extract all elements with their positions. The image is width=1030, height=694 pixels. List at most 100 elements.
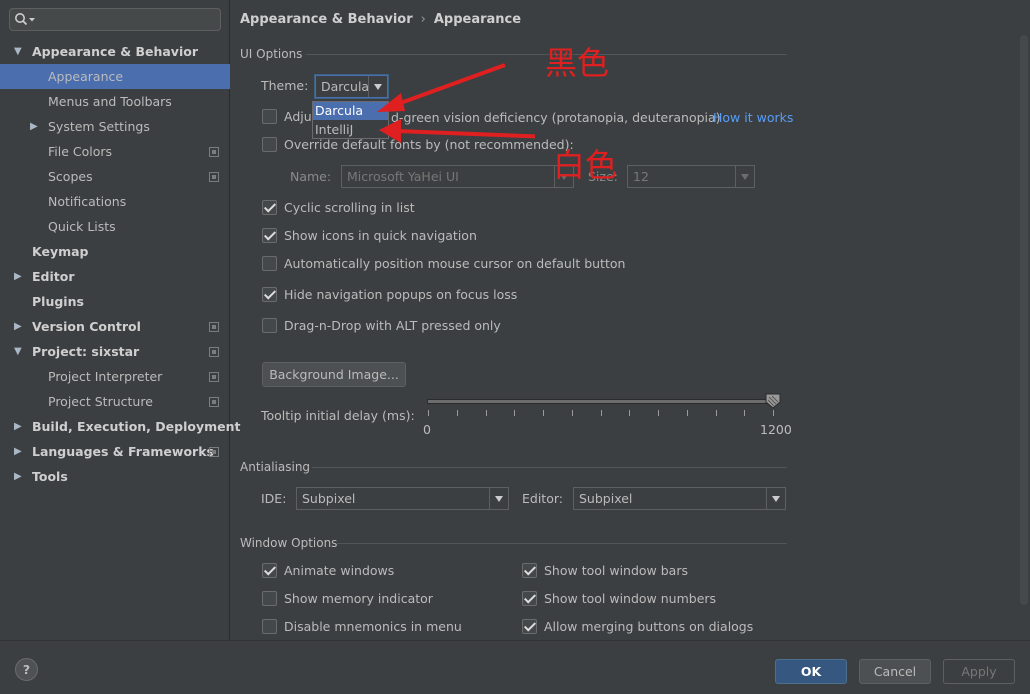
expanded-arrow-icon[interactable]: ▼	[14, 339, 26, 364]
hide-popups-row[interactable]: Hide navigation popups on focus loss	[262, 285, 562, 305]
slider-tick	[457, 410, 458, 416]
animate-windows-checkbox[interactable]	[262, 563, 277, 578]
sidebar-item-version-control[interactable]: ▶ Version Control	[0, 314, 230, 339]
project-level-icon	[209, 397, 219, 407]
sidebar-item-label: Notifications	[48, 194, 127, 209]
expanded-arrow-icon[interactable]: ▼	[14, 39, 26, 64]
help-icon[interactable]: ?	[15, 658, 38, 681]
show-tool-window-bars-row[interactable]: Show tool window bars	[522, 561, 782, 581]
editor-aa-combo[interactable]: Subpixel	[573, 487, 786, 510]
slider-tick	[514, 410, 515, 416]
sidebar-item-project-sixstar[interactable]: ▼ Project: sixstar	[0, 339, 230, 364]
allow-merging-row[interactable]: Allow merging buttons on dialogs	[522, 617, 782, 637]
show-tool-window-numbers-label: Show tool window numbers	[544, 591, 717, 606]
font-size-combo[interactable]: 12	[627, 165, 755, 188]
how-it-works-link[interactable]: How it works	[713, 110, 793, 125]
font-name-value: Microsoft YaHei UI	[347, 169, 459, 184]
ok-button[interactable]: OK	[775, 659, 847, 684]
sidebar-item-project-structure[interactable]: Project Structure	[0, 389, 230, 414]
sidebar-item-appearance[interactable]: Appearance	[0, 64, 230, 89]
sidebar-item-quick-lists[interactable]: Quick Lists	[0, 214, 230, 239]
show-icons-row[interactable]: Show icons in quick navigation	[262, 226, 562, 246]
auto-position-row[interactable]: Automatically position mouse cursor on d…	[262, 254, 662, 274]
collapsed-arrow-icon[interactable]: ▶	[14, 264, 26, 289]
sidebar-item-label: Menus and Toolbars	[48, 94, 172, 109]
show-tool-window-numbers-checkbox[interactable]	[522, 591, 537, 606]
animate-windows-label: Animate windows	[284, 563, 395, 578]
window-options-divider	[337, 543, 787, 544]
font-size-value: 12	[633, 169, 649, 184]
disable-mnemonics-checkbox[interactable]	[262, 619, 277, 634]
sidebar-item-label: System Settings	[48, 119, 150, 134]
slider-tick	[572, 410, 573, 416]
slider-max-label: 1200	[760, 422, 792, 437]
animate-windows-row[interactable]: Animate windows	[262, 561, 502, 581]
project-level-icon	[209, 372, 219, 382]
chevron-down-icon	[489, 488, 508, 509]
slider-tick	[629, 410, 630, 416]
font-name-label: Name:	[290, 169, 332, 184]
show-tool-window-bars-checkbox[interactable]	[522, 563, 537, 578]
show-tool-window-numbers-row[interactable]: Show tool window numbers	[522, 589, 782, 609]
sidebar-item-languages-frameworks[interactable]: ▶ Languages & Frameworks	[0, 439, 230, 464]
override-fonts-checkbox[interactable]	[262, 137, 277, 152]
breadcrumb-parent[interactable]: Appearance & Behavior	[240, 12, 413, 27]
sidebar-item-appearance-behavior[interactable]: ▼ Appearance & Behavior	[0, 39, 230, 64]
vertical-scrollbar[interactable]	[1020, 35, 1028, 605]
sidebar-item-label: Quick Lists	[48, 219, 116, 234]
sidebar-item-label: Tools	[32, 469, 68, 484]
allow-merging-label: Allow merging buttons on dialogs	[544, 619, 754, 634]
breadcrumb-current: Appearance	[433, 12, 522, 27]
collapsed-arrow-icon[interactable]: ▶	[14, 414, 26, 439]
sidebar-item-label: Plugins	[32, 294, 84, 309]
show-memory-checkbox[interactable]	[262, 591, 277, 606]
sidebar-item-plugins[interactable]: Plugins	[0, 289, 230, 314]
ide-aa-combo[interactable]: Subpixel	[296, 487, 509, 510]
sidebar-item-scopes[interactable]: Scopes	[0, 164, 230, 189]
cyclic-scrolling-checkbox[interactable]	[262, 200, 277, 215]
collapsed-arrow-icon[interactable]: ▶	[30, 114, 42, 139]
search-icon	[15, 13, 35, 26]
slider-tick	[658, 410, 659, 416]
sidebar-item-file-colors[interactable]: File Colors	[0, 139, 230, 164]
sidebar-item-system-settings[interactable]: ▶ System Settings	[0, 114, 230, 139]
show-memory-row[interactable]: Show memory indicator	[262, 589, 502, 609]
disable-mnemonics-row[interactable]: Disable mnemonics in menu	[262, 617, 502, 637]
sidebar-item-build-execution-deployment[interactable]: ▶ Build, Execution, Deployment	[0, 414, 240, 439]
slider-tick	[543, 410, 544, 416]
chevron-down-icon	[735, 166, 754, 187]
sidebar-item-editor[interactable]: ▶ Editor	[0, 264, 230, 289]
tooltip-delay-slider[interactable]	[427, 399, 773, 404]
project-level-icon	[209, 322, 219, 332]
font-name-combo[interactable]: Microsoft YaHei UI	[341, 165, 574, 188]
sidebar-item-project-interpreter[interactable]: Project Interpreter	[0, 364, 230, 389]
search-field[interactable]	[9, 8, 221, 31]
cancel-button[interactable]: Cancel	[859, 659, 931, 684]
antialiasing-title: Antialiasing	[240, 460, 311, 474]
collapsed-arrow-icon[interactable]: ▶	[14, 439, 26, 464]
sidebar-item-label: Scopes	[48, 169, 93, 184]
sidebar-item-menus-and-toolbars[interactable]: Menus and Toolbars	[0, 89, 230, 114]
show-icons-checkbox[interactable]	[262, 228, 277, 243]
collapsed-arrow-icon[interactable]: ▶	[14, 464, 26, 489]
breadcrumb-separator: ›	[420, 12, 426, 27]
adjust-colors-checkbox[interactable]	[262, 109, 277, 124]
sidebar-item-label: Project Interpreter	[48, 369, 163, 384]
background-image-button[interactable]: Background Image...	[262, 362, 406, 387]
sidebar-item-notifications[interactable]: Notifications	[0, 189, 230, 214]
cyclic-scrolling-row[interactable]: Cyclic scrolling in list	[262, 198, 562, 218]
ide-aa-label: IDE:	[261, 491, 287, 506]
collapsed-arrow-icon[interactable]: ▶	[14, 314, 26, 339]
drag-n-drop-checkbox[interactable]	[262, 318, 277, 333]
hide-popups-checkbox[interactable]	[262, 287, 277, 302]
sidebar-item-keymap[interactable]: Keymap	[0, 239, 230, 264]
slider-thumb[interactable]	[765, 393, 781, 409]
settings-tree: ▼ Appearance & Behavior Appearance Menus an…	[0, 39, 240, 489]
sidebar-item-label: Editor	[32, 269, 75, 284]
apply-button[interactable]: Apply	[943, 659, 1015, 684]
auto-position-checkbox[interactable]	[262, 256, 277, 271]
allow-merging-checkbox[interactable]	[522, 619, 537, 634]
drag-n-drop-row[interactable]: Drag-n-Drop with ALT pressed only	[262, 316, 562, 336]
ui-options-title: UI Options	[240, 47, 303, 61]
sidebar-item-tools[interactable]: ▶ Tools	[0, 464, 230, 489]
